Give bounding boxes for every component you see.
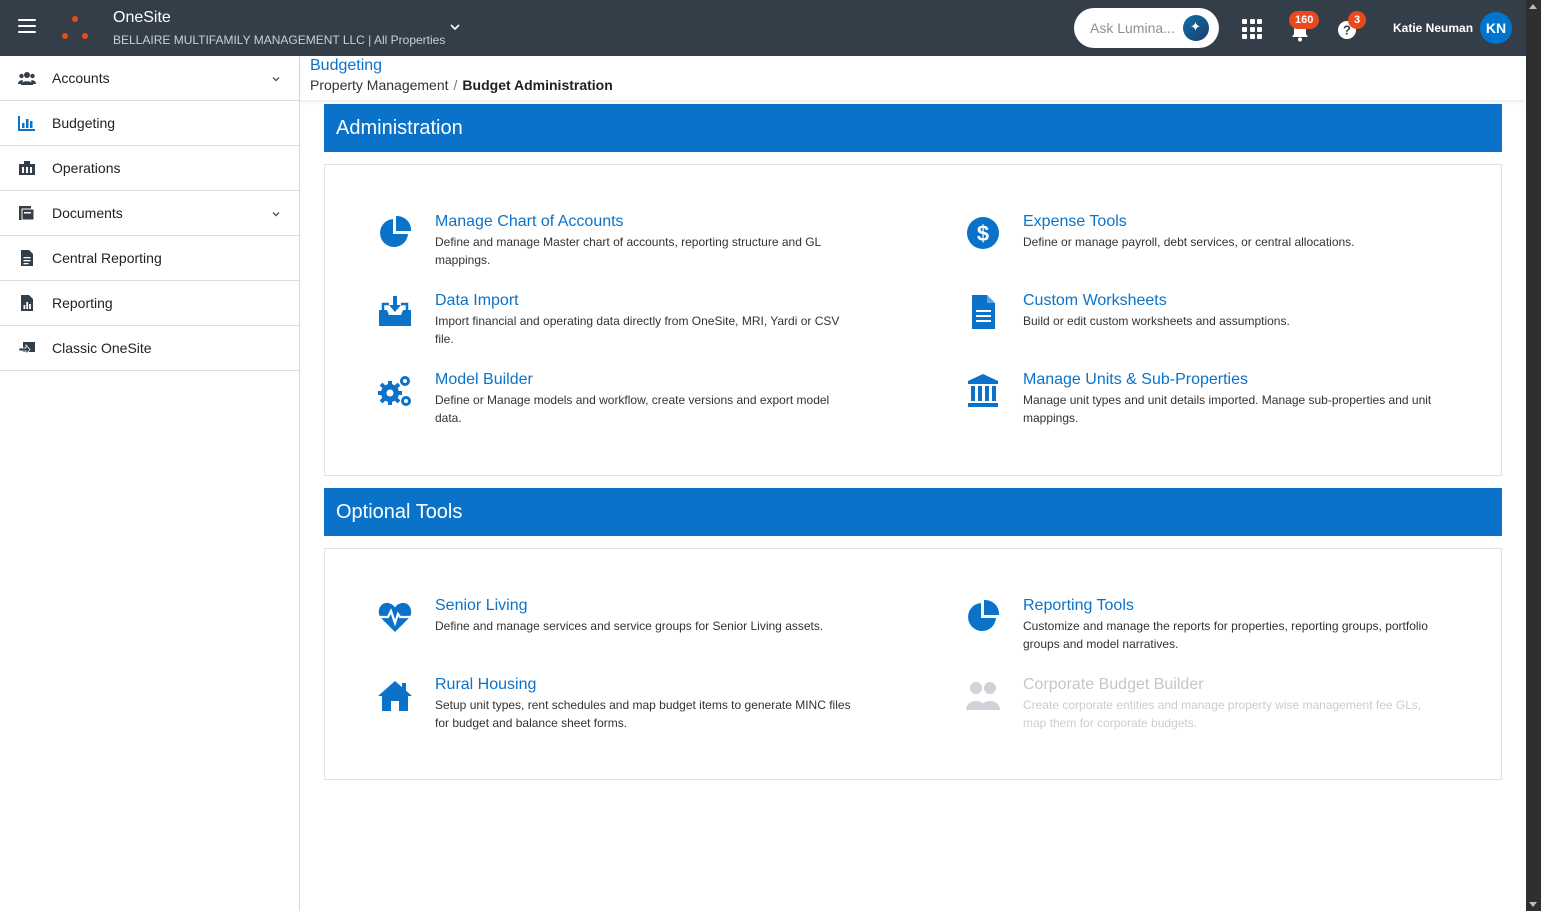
breadcrumb-parent-link[interactable]: Property Management (310, 77, 449, 93)
scroll-up-icon[interactable] (1529, 4, 1537, 9)
breadcrumb: Property Management / Budget Administratio… (310, 77, 613, 93)
tool-data-import[interactable]: Data Import Import financial and operati… (377, 292, 857, 352)
chevron-down-icon[interactable] (270, 73, 282, 85)
tool-description: Define and manage services and service g… (435, 619, 824, 633)
tool-title: Corporate Budget Builder (1023, 676, 1204, 693)
tool-title[interactable]: Expense Tools (1023, 213, 1127, 231)
home-icon (378, 681, 412, 711)
page-title: Budgeting (310, 57, 383, 74)
tool-title[interactable]: Model Builder (435, 371, 533, 389)
page-scrollbar[interactable] (1526, 0, 1541, 911)
company-selector[interactable]: BELLAIRE MULTIFAMILY MANAGEMENT LLC | Al… (113, 33, 445, 47)
bank-icon (968, 374, 998, 407)
avatar[interactable]: KN (1480, 12, 1512, 44)
sidebar-item-label: Accounts (52, 70, 110, 86)
tool-description: Setup unit types, rent schedules and map… (435, 698, 851, 730)
inbox-download-icon (379, 296, 411, 326)
tool-title[interactable]: Custom Worksheets (1023, 292, 1167, 310)
sidebar: Accounts Budgeting Operations Documents (0, 56, 300, 911)
sidebar-item-budgeting[interactable]: Budgeting (0, 101, 299, 146)
sidebar-item-label: Central Reporting (52, 250, 162, 266)
breadcrumb-separator: / (453, 77, 458, 93)
sidebar-item-classic-onesite[interactable]: Classic OneSite (0, 326, 299, 371)
sidebar-item-label: Reporting (52, 295, 113, 311)
tool-model-builder[interactable]: Model Builder Define or Manage models an… (377, 371, 857, 431)
gears-icon (378, 376, 411, 406)
sparkle-icon[interactable] (1183, 15, 1209, 41)
classic-icon (18, 342, 35, 356)
building-icon (19, 161, 35, 175)
tool-description: Manage unit types and unit details impor… (1023, 393, 1432, 425)
sidebar-item-label: Operations (52, 160, 121, 176)
document-icon (21, 250, 33, 266)
chevron-down-icon[interactable] (270, 208, 282, 220)
app-title: OneSite (113, 9, 171, 26)
sidebar-item-central-reporting[interactable]: Central Reporting (0, 236, 299, 281)
tool-manage-chart-of-accounts[interactable]: Manage Chart of Accounts Define and mana… (377, 213, 857, 273)
tool-reporting-tools[interactable]: Reporting Tools Customize and manage the… (965, 597, 1445, 657)
administration-section-header: Administration (324, 104, 1502, 152)
ask-lumina-placeholder: Ask Lumina... (1090, 20, 1175, 36)
administration-section-body: Manage Chart of Accounts Define and mana… (324, 164, 1502, 476)
ask-lumina-input[interactable]: Ask Lumina... (1074, 8, 1219, 48)
top-bar: OneSite BELLAIRE MULTIFAMILY MANAGEMENT … (0, 0, 1526, 56)
tool-description: Import financial and operating data dire… (435, 314, 840, 346)
svg-text:$: $ (977, 221, 989, 246)
chevron-down-icon[interactable] (448, 20, 462, 34)
sidebar-item-accounts[interactable]: Accounts (0, 56, 299, 101)
pie-chart-icon (380, 215, 412, 247)
tool-manage-units-sub-properties[interactable]: Manage Units & Sub-Properties Manage uni… (965, 371, 1445, 431)
tool-senior-living[interactable]: Senior Living Define and manage services… (377, 597, 857, 657)
breadcrumb-current: Budget Administration (462, 77, 613, 93)
help-count-badge: 3 (1348, 11, 1367, 29)
sidebar-item-operations[interactable]: Operations (0, 146, 299, 191)
dollar-icon: $ (967, 217, 999, 249)
worksheet-icon (972, 295, 995, 329)
tool-description: Create corporate entities and manage pro… (1023, 698, 1422, 730)
heartbeat-icon (378, 602, 412, 632)
bar-chart-icon (18, 116, 35, 131)
user-name[interactable]: Katie Neuman (1393, 21, 1473, 35)
sidebar-item-label: Documents (52, 205, 123, 221)
tool-title[interactable]: Senior Living (435, 597, 528, 615)
sidebar-item-label: Classic OneSite (52, 340, 152, 356)
notification-count-badge: 160 (1289, 11, 1320, 29)
tool-description: Define and manage Master chart of accoun… (435, 235, 821, 267)
tool-corporate-budget-builder: Corporate Budget Builder Create corporat… (965, 676, 1445, 736)
scroll-down-icon[interactable] (1529, 902, 1537, 907)
tool-description: Define or Manage models and workflow, cr… (435, 393, 830, 425)
optional-tools-section-body: Senior Living Define and manage services… (324, 548, 1502, 780)
tool-description: Define or manage payroll, debt services,… (1023, 235, 1355, 249)
users-icon (966, 682, 1000, 710)
content-header: Budgeting Property Management / Budget Adm… (300, 56, 1526, 100)
tool-expense-tools[interactable]: $ Expense Tools Define or manage payroll… (965, 213, 1445, 273)
pie-chart-icon (968, 599, 1000, 631)
tool-title[interactable]: Rural Housing (435, 676, 536, 694)
tool-title[interactable]: Manage Units & Sub-Properties (1023, 371, 1248, 389)
tool-title[interactable]: Data Import (435, 292, 519, 310)
tool-title[interactable]: Manage Chart of Accounts (435, 213, 624, 231)
tool-description: Build or edit custom worksheets and assu… (1023, 314, 1290, 328)
report-icon (21, 295, 33, 311)
sidebar-item-reporting[interactable]: Reporting (0, 281, 299, 326)
optional-tools-section-header: Optional Tools (324, 488, 1502, 536)
onesite-logo-icon (62, 16, 88, 39)
folder-icon (19, 206, 35, 221)
tool-title[interactable]: Reporting Tools (1023, 597, 1134, 615)
tool-custom-worksheets[interactable]: Custom Worksheets Build or edit custom w… (965, 292, 1445, 352)
sidebar-item-documents[interactable]: Documents (0, 191, 299, 236)
hamburger-menu-icon[interactable] (18, 19, 36, 37)
sidebar-item-label: Budgeting (52, 115, 116, 131)
users-icon (18, 72, 36, 85)
tool-description: Customize and manage the reports for pro… (1023, 619, 1428, 651)
apps-grid-icon[interactable] (1242, 19, 1262, 39)
tool-rural-housing[interactable]: Rural Housing Setup unit types, rent sch… (377, 676, 857, 736)
